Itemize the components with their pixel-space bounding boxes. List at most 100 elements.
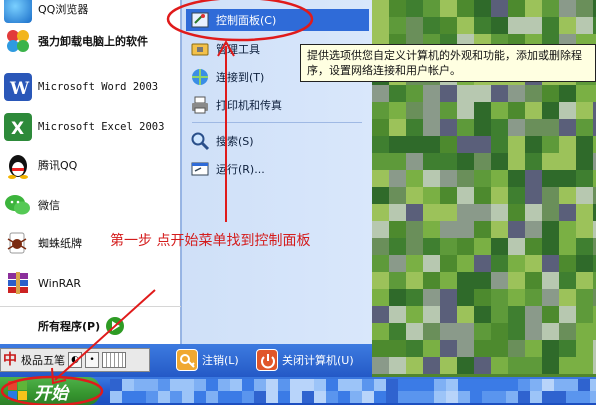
mosaic-tile bbox=[290, 379, 302, 391]
mosaic-tile bbox=[290, 391, 302, 403]
mosaic-tile bbox=[372, 170, 389, 187]
ime-fullwidth-toggle[interactable]: ◐ bbox=[68, 352, 82, 368]
mosaic-tile bbox=[508, 204, 525, 221]
connect-to-icon bbox=[190, 67, 210, 87]
mosaic-tile bbox=[372, 136, 389, 153]
mosaic-tile bbox=[423, 187, 440, 204]
menu-item-search[interactable]: 搜索(S) bbox=[186, 130, 369, 152]
mosaic-tile bbox=[559, 238, 576, 255]
mosaic-tile bbox=[158, 379, 170, 391]
mosaic-tile bbox=[508, 289, 525, 306]
mosaic-tile bbox=[372, 17, 389, 34]
start-button[interactable]: 开始 bbox=[0, 377, 100, 405]
mosaic-tile bbox=[406, 306, 423, 323]
logoff-button[interactable]: 注销(L) bbox=[176, 348, 239, 372]
mosaic-tile bbox=[508, 255, 525, 272]
mosaic-tile bbox=[542, 272, 559, 289]
mosaic-tile bbox=[372, 340, 389, 357]
program-winrar[interactable]: WinRAR bbox=[4, 264, 180, 302]
mosaic-tile bbox=[422, 391, 434, 403]
mosaic-tile bbox=[338, 391, 350, 403]
program-wechat[interactable]: 微信 bbox=[4, 186, 180, 224]
mosaic-tile bbox=[491, 85, 508, 102]
mosaic-tile bbox=[491, 119, 508, 136]
program-word[interactable]: W Microsoft Word 2003 bbox=[4, 68, 180, 106]
mosaic-tile bbox=[525, 102, 542, 119]
mosaic-tile bbox=[386, 379, 398, 391]
mosaic-tile bbox=[559, 340, 576, 357]
mosaic-tile bbox=[508, 323, 525, 340]
mosaic-tile bbox=[525, 170, 542, 187]
mosaic-tile bbox=[474, 272, 491, 289]
mosaic-tile bbox=[474, 17, 491, 34]
mosaic-tile bbox=[230, 391, 242, 403]
ime-status-bar[interactable]: 中 极品五笔 ◐ • bbox=[0, 348, 150, 372]
mosaic-tile bbox=[559, 306, 576, 323]
mosaic-tile bbox=[491, 170, 508, 187]
soft-keyboard-icon[interactable] bbox=[102, 352, 126, 368]
start-label: 开始 bbox=[34, 383, 68, 404]
key-icon bbox=[176, 349, 198, 371]
mosaic-tile bbox=[508, 357, 525, 374]
program-uninstaller[interactable]: 强力卸载电脑上的软件 bbox=[4, 22, 180, 60]
search-icon bbox=[190, 131, 210, 151]
shutdown-button[interactable]: 关闭计算机(U) bbox=[256, 348, 354, 372]
mosaic-tile bbox=[525, 340, 542, 357]
mosaic-tile bbox=[350, 379, 362, 391]
mosaic-tile bbox=[491, 136, 508, 153]
mosaic-tile bbox=[457, 102, 474, 119]
menu-item-run[interactable]: 运行(R)... bbox=[186, 158, 369, 180]
mosaic-tile bbox=[542, 340, 559, 357]
mosaic-tile bbox=[278, 391, 290, 403]
mosaic-tile bbox=[372, 119, 389, 136]
mosaic-tile bbox=[525, 187, 542, 204]
mosaic-tile bbox=[440, 136, 457, 153]
mosaic-tile bbox=[508, 272, 525, 289]
mosaic-tile bbox=[230, 379, 242, 391]
mosaic-tile bbox=[508, 221, 525, 238]
menu-item-printers-faxes[interactable]: 打印机和传真 bbox=[186, 94, 369, 116]
excel-icon: X bbox=[4, 113, 32, 141]
mosaic-tile bbox=[423, 289, 440, 306]
mosaic-tile bbox=[542, 102, 559, 119]
mosaic-tile bbox=[576, 0, 593, 17]
mosaic-tile bbox=[386, 391, 398, 403]
mosaic-tile bbox=[440, 272, 457, 289]
all-programs-button[interactable]: 所有程序(P) bbox=[0, 306, 181, 344]
program-excel[interactable]: X Microsoft Excel 2003 bbox=[4, 108, 180, 146]
mosaic-tile bbox=[525, 17, 542, 34]
svg-text:W: W bbox=[9, 79, 30, 99]
mosaic-tile bbox=[559, 136, 576, 153]
mosaic-tile bbox=[372, 187, 389, 204]
mosaic-tile bbox=[134, 391, 146, 403]
mosaic-tile bbox=[423, 17, 440, 34]
mosaic-tile bbox=[474, 323, 491, 340]
mosaic-tile bbox=[508, 340, 525, 357]
mosaic-tile bbox=[372, 0, 389, 17]
mosaic-tile bbox=[434, 379, 446, 391]
mosaic-tile bbox=[525, 119, 542, 136]
mosaic-tile bbox=[474, 204, 491, 221]
mosaic-tile bbox=[530, 391, 542, 403]
ime-punctuation-toggle[interactable]: • bbox=[85, 352, 99, 368]
mosaic-tile bbox=[110, 379, 122, 391]
mosaic-tile bbox=[389, 136, 406, 153]
menu-item-label: 管理工具 bbox=[216, 43, 260, 56]
mosaic-tile bbox=[362, 379, 374, 391]
start-menu-footer: 中 极品五笔 ◐ • 注销(L) 关闭计算机(U) bbox=[0, 344, 372, 377]
mosaic-tile bbox=[491, 187, 508, 204]
mosaic-tile bbox=[374, 391, 386, 403]
mosaic-tile bbox=[389, 306, 406, 323]
mosaic-tile bbox=[576, 102, 593, 119]
mosaic-tile bbox=[440, 17, 457, 34]
mosaic-tile bbox=[194, 379, 206, 391]
mosaic-tile bbox=[542, 187, 559, 204]
program-qq[interactable]: 腾讯QQ bbox=[4, 146, 180, 184]
menu-item-control-panel[interactable]: 控制面板(C) bbox=[186, 9, 369, 31]
mosaic-tile bbox=[518, 379, 530, 391]
mosaic-tile bbox=[542, 357, 559, 374]
mosaic-tile bbox=[406, 340, 423, 357]
mosaic-tile bbox=[389, 119, 406, 136]
mosaic-tile bbox=[389, 255, 406, 272]
mosaic-tile bbox=[302, 379, 314, 391]
